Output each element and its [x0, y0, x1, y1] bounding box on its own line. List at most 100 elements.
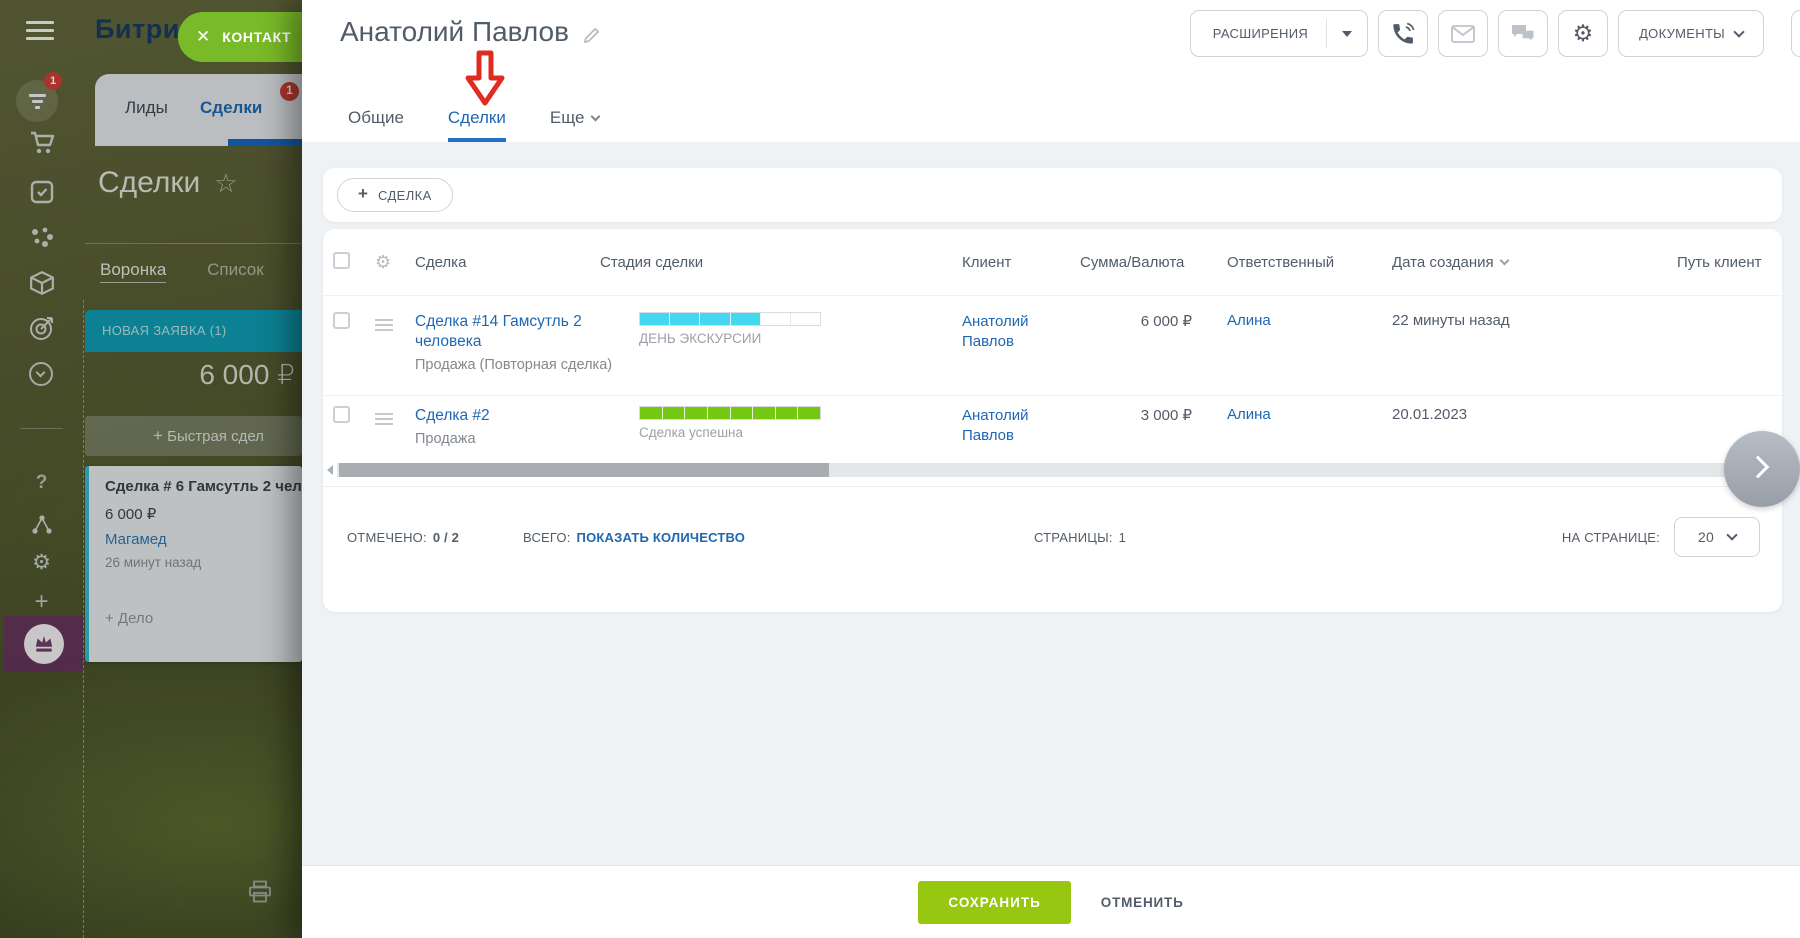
per-page-select[interactable]: 20	[1674, 517, 1760, 557]
community-dots-icon[interactable]	[0, 226, 83, 250]
column-stage[interactable]: Стадия сделки	[600, 254, 962, 271]
slider-close-button[interactable]: ✕ КОНТАКТ	[178, 12, 312, 62]
responsible-link[interactable]: Алина	[1192, 312, 1357, 329]
per-page-control: НА СТРАНИЦЕ: 20	[1562, 517, 1760, 557]
kanban-column-header[interactable]: НОВАЯ ЗАЯВКА (1)	[85, 310, 302, 352]
tab-more[interactable]: Еще	[550, 108, 600, 142]
client-link[interactable]: Анатолий Павлов	[962, 406, 1057, 446]
deals-toolbar: + СДЕЛКА	[323, 168, 1782, 222]
kanban-deal-card[interactable]: Сделка # 6 Гамсутль 2 чел 6 000 ₽ Магаме…	[85, 466, 302, 662]
sidebar-more-icon[interactable]	[29, 362, 53, 386]
view-tab-list[interactable]: Список	[207, 260, 264, 279]
stage-label: Сделка успешна	[639, 425, 962, 440]
deal-title-link[interactable]: Сделка #14 Гамсутль 2 человека	[415, 312, 600, 352]
printer-icon[interactable]	[248, 880, 272, 904]
action-bar: СОХРАНИТЬ ОТМЕНИТЬ	[302, 865, 1800, 938]
slider-entity-label: КОНТАКТ	[222, 29, 291, 45]
created-date: 20.01.2023	[1357, 406, 1677, 423]
deal-sum: 6 000 ₽	[1080, 312, 1192, 330]
phone-icon	[1390, 21, 1416, 47]
responsible-link[interactable]: Алина	[1192, 406, 1357, 423]
deal-title-link[interactable]: Сделка #2	[415, 406, 600, 426]
mail-icon	[1451, 25, 1475, 43]
extensions-dropdown-icon[interactable]	[1327, 31, 1367, 37]
select-all-checkbox[interactable]	[333, 252, 350, 269]
bg-view-tabs: Воронка Список	[100, 260, 264, 280]
shop-cart-icon[interactable]	[0, 130, 83, 156]
menu-burger-icon[interactable]	[26, 21, 54, 24]
scrollbar-thumb[interactable]	[339, 463, 829, 477]
header-actions: РАСШИРЕНИЯ ⚙ ДОКУМЕНТЫ	[1190, 10, 1764, 57]
row-checkbox[interactable]	[333, 406, 350, 423]
contact-tabs: Общие Сделки Еще	[348, 108, 599, 142]
network-share-icon[interactable]	[0, 514, 83, 536]
deal-funnel-label: Продажа (Повторная сделка)	[415, 357, 600, 373]
column-created[interactable]: Дата создания	[1357, 254, 1677, 271]
kanban-card-title[interactable]: Сделка # 6 Гамсутль 2 чел	[105, 478, 302, 495]
view-tab-funnel[interactable]: Воронка	[100, 260, 166, 283]
total-counter: ВСЕГО: ПОКАЗАТЬ КОЛИЧЕСТВО	[523, 517, 745, 557]
add-deal-button[interactable]: + СДЕЛКА	[337, 178, 453, 212]
stage-progress-bar[interactable]	[639, 312, 821, 326]
column-client[interactable]: Клиент	[962, 254, 1080, 271]
grid-footer: ОТМЕЧЕНО: 0 / 2 ВСЕГО: ПОКАЗАТЬ КОЛИЧЕСТ…	[323, 486, 1782, 612]
deals-tab-underline	[228, 139, 310, 146]
tab-deals[interactable]: Сделки	[448, 108, 506, 142]
save-button[interactable]: СОХРАНИТЬ	[918, 881, 1070, 924]
next-entity-button[interactable]	[1724, 431, 1800, 507]
documents-chevron-icon	[1733, 26, 1744, 37]
deal-row[interactable]: Сделка #2 Продажа Сделка успешна Анатоли…	[323, 396, 1782, 458]
favorite-star-icon[interactable]: ☆	[214, 168, 237, 198]
help-icon[interactable]: ?	[0, 472, 83, 494]
column-client-path[interactable]: Путь клиент	[1677, 254, 1782, 271]
edit-pencil-icon[interactable]	[583, 27, 600, 44]
quick-deal-button[interactable]: + Быстрая сдел	[85, 416, 302, 456]
email-button[interactable]	[1438, 10, 1488, 57]
show-count-link[interactable]: ПОКАЗАТЬ КОЛИЧЕСТВО	[577, 530, 746, 545]
drag-handle-icon[interactable]	[375, 413, 393, 415]
horizontal-scrollbar[interactable]	[323, 462, 1782, 478]
cancel-button[interactable]: ОТМЕНИТЬ	[1101, 895, 1184, 910]
grid-settings-gear-icon[interactable]: ⚙	[375, 252, 415, 273]
marketing-target-icon[interactable]	[0, 314, 83, 342]
sort-chevron-icon	[1499, 256, 1509, 266]
documents-button[interactable]: ДОКУМЕНТЫ	[1618, 10, 1764, 57]
row-checkbox[interactable]	[333, 312, 350, 329]
tab-leads[interactable]: Лиды	[125, 98, 168, 118]
call-button[interactable]	[1378, 10, 1428, 57]
extensions-label: РАСШИРЕНИЯ	[1191, 26, 1326, 41]
tab-deals[interactable]: Сделки	[200, 98, 262, 118]
kanban-card-client-link[interactable]: Магамед	[105, 531, 302, 548]
column-deal[interactable]: Сделка	[415, 254, 600, 271]
add-deal-label: СДЕЛКА	[378, 188, 432, 203]
deal-row[interactable]: Сделка #14 Гамсутль 2 человека Продажа (…	[323, 296, 1782, 396]
stage-progress-bar[interactable]	[639, 406, 821, 420]
settings-gear-icon[interactable]: ⚙	[0, 550, 83, 575]
drag-handle-icon[interactable]	[375, 319, 393, 321]
deal-funnel-label: Продажа	[415, 431, 600, 447]
annotation-arrow-icon	[465, 50, 505, 106]
scrollbar-track[interactable]	[337, 463, 1768, 477]
settings-button[interactable]: ⚙	[1558, 10, 1608, 57]
deals-grid: ⚙ Сделка Стадия сделки Клиент Сумма/Валю…	[323, 229, 1782, 612]
add-plus-icon[interactable]: +	[0, 588, 83, 616]
sites-cube-icon[interactable]	[0, 270, 83, 296]
chat-button[interactable]	[1498, 10, 1548, 57]
kanban-column-title: НОВАЯ ЗАЯВКА	[102, 323, 206, 338]
tab-general[interactable]: Общие	[348, 108, 404, 142]
bg-divider	[85, 243, 302, 244]
bg-page-title: Сделки☆	[98, 166, 238, 200]
client-link[interactable]: Анатолий Павлов	[962, 312, 1057, 352]
gear-icon: ⚙	[1573, 20, 1594, 47]
extensions-button[interactable]: РАСШИРЕНИЯ	[1190, 10, 1368, 57]
created-date: 22 минуты назад	[1357, 312, 1677, 329]
crown-icon	[24, 624, 64, 664]
stage-label: ДЕНЬ ЭКСКУРСИИ	[639, 331, 962, 346]
kanban-card-add-todo[interactable]: + Дело	[105, 610, 302, 627]
scroll-left-icon[interactable]	[327, 465, 333, 475]
tariff-crown-button[interactable]	[4, 616, 83, 672]
tasks-icon[interactable]	[0, 180, 83, 204]
kanban-column-sum: 6 000 ₽	[85, 358, 295, 391]
column-sum[interactable]: Сумма/Валюта	[1080, 254, 1192, 271]
column-responsible[interactable]: Ответственный	[1192, 254, 1357, 271]
